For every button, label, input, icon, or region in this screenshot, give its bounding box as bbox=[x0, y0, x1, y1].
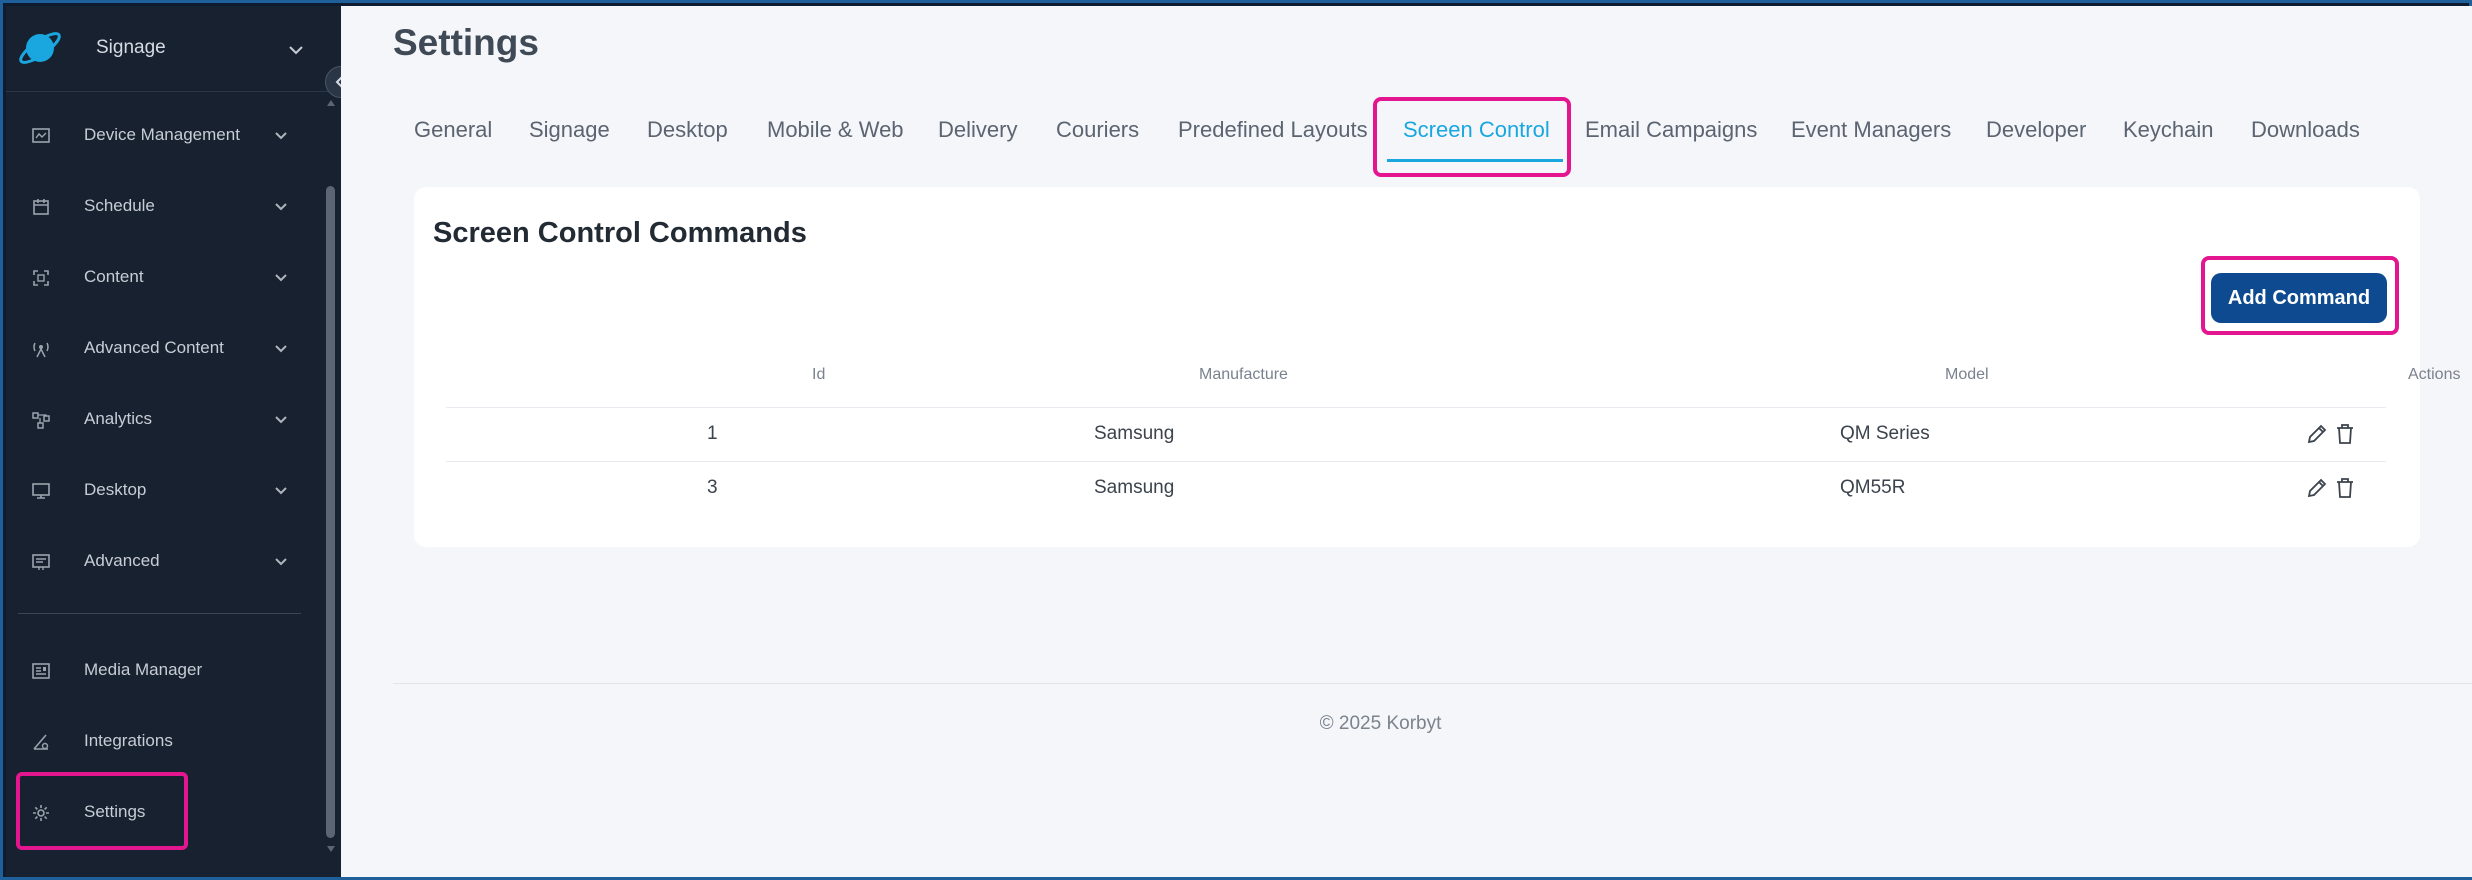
chevron-down-icon bbox=[272, 269, 290, 287]
analytics-icon bbox=[30, 409, 52, 431]
delete-trash-icon[interactable] bbox=[2333, 476, 2357, 500]
cell-manufacture: Samsung bbox=[1094, 423, 1175, 444]
table-row: 3 Samsung QM55R bbox=[446, 461, 2386, 515]
table-row: 1 Samsung QM Series bbox=[446, 407, 2386, 461]
sidebar-divider bbox=[18, 613, 301, 614]
media-manager-icon bbox=[30, 660, 52, 682]
footer-divider bbox=[393, 683, 2472, 684]
sidebar-item-label: Content bbox=[84, 267, 144, 286]
sidebar-item-device-management[interactable]: Device Management bbox=[6, 108, 326, 164]
sidebar-item-desktop[interactable]: Desktop bbox=[6, 463, 326, 519]
add-command-highlight-box bbox=[2201, 256, 2399, 335]
delete-trash-icon[interactable] bbox=[2333, 422, 2357, 446]
device-management-icon bbox=[30, 125, 52, 147]
footer-copyright: © 2025 Korbyt bbox=[1319, 713, 1442, 734]
main-content: Settings General Signage Desktop Mobile … bbox=[341, 6, 2472, 877]
sidebar-item-integrations[interactable]: Integrations bbox=[6, 714, 326, 770]
planet-logo-icon bbox=[16, 24, 64, 72]
scroll-up-arrow-icon[interactable] bbox=[326, 98, 336, 108]
chevron-down-icon bbox=[272, 482, 290, 500]
chevron-down-icon bbox=[272, 198, 290, 216]
chevron-down-icon bbox=[272, 127, 290, 145]
tab-keychain[interactable]: Keychain bbox=[2123, 117, 2214, 143]
sidebar-item-content[interactable]: Content bbox=[6, 250, 326, 306]
tab-downloads[interactable]: Downloads bbox=[2251, 117, 2360, 143]
app-window: Signage Device Management Schedule Conte… bbox=[0, 0, 2472, 880]
edit-pencil-icon[interactable] bbox=[2305, 422, 2329, 446]
tab-event-managers[interactable]: Event Managers bbox=[1791, 117, 1951, 143]
card-title: Screen Control Commands bbox=[433, 217, 807, 249]
sidebar-item-schedule[interactable]: Schedule bbox=[6, 179, 326, 235]
calendar-icon bbox=[30, 196, 52, 218]
monitor-icon bbox=[30, 480, 52, 502]
cell-model: QM Series bbox=[1840, 423, 1930, 444]
sidebar-item-label: Schedule bbox=[84, 196, 155, 215]
edit-pencil-icon[interactable] bbox=[2305, 476, 2329, 500]
chevron-down-icon bbox=[272, 340, 290, 358]
column-header-manufacture: Manufacture bbox=[1199, 366, 1288, 383]
sidebar-item-label: Analytics bbox=[84, 409, 153, 428]
chevron-down-icon bbox=[272, 553, 290, 571]
broadcast-icon bbox=[30, 338, 52, 360]
cell-manufacture: Samsung bbox=[1094, 477, 1175, 498]
column-header-id: Id bbox=[812, 366, 826, 383]
page-title: Settings bbox=[393, 22, 539, 63]
cell-id: 1 bbox=[707, 423, 718, 444]
tab-highlight-box bbox=[1373, 97, 1571, 177]
sidebar-item-label: Device Management bbox=[84, 125, 240, 144]
sidebar-item-media-manager[interactable]: Media Manager bbox=[6, 643, 326, 699]
scroll-down-arrow-icon[interactable] bbox=[326, 844, 336, 854]
column-header-model: Model bbox=[1945, 366, 1989, 383]
cell-id: 3 bbox=[707, 477, 718, 498]
tab-general[interactable]: General bbox=[414, 117, 492, 143]
sidebar-item-label: Integrations bbox=[84, 731, 173, 750]
chevron-down-icon bbox=[272, 411, 290, 429]
integrations-icon bbox=[30, 731, 52, 753]
advanced-icon bbox=[30, 551, 52, 573]
sidebar-item-advanced[interactable]: Advanced bbox=[6, 534, 326, 590]
sidebar-item-advanced-content[interactable]: Advanced Content bbox=[6, 321, 326, 377]
brand-name: Signage bbox=[96, 37, 166, 58]
column-header-actions: Actions bbox=[2408, 366, 2461, 383]
sidebar-scrollbar[interactable] bbox=[326, 186, 335, 838]
cell-model: QM55R bbox=[1840, 477, 1906, 498]
tab-predefined-layouts[interactable]: Predefined Layouts bbox=[1178, 117, 1368, 143]
tab-email-campaigns[interactable]: Email Campaigns bbox=[1585, 117, 1757, 143]
sidebar-item-label: Advanced bbox=[84, 551, 160, 570]
tab-mobile-web[interactable]: Mobile & Web bbox=[767, 117, 904, 143]
brand-switcher[interactable]: Signage bbox=[6, 6, 341, 92]
tab-desktop[interactable]: Desktop bbox=[647, 117, 728, 143]
sidebar-item-label: Desktop bbox=[84, 480, 147, 499]
sidebar-item-label: Advanced Content bbox=[84, 338, 224, 357]
sidebar: Signage Device Management Schedule Conte… bbox=[6, 6, 341, 877]
settings-highlight-box bbox=[16, 772, 188, 850]
sidebar-item-label: Media Manager bbox=[84, 660, 203, 679]
sidebar-item-analytics[interactable]: Analytics bbox=[6, 392, 326, 448]
tab-couriers[interactable]: Couriers bbox=[1056, 117, 1139, 143]
tab-delivery[interactable]: Delivery bbox=[938, 117, 1017, 143]
chevron-down-icon bbox=[286, 40, 306, 60]
content-icon bbox=[30, 267, 52, 289]
tab-developer[interactable]: Developer bbox=[1986, 117, 2086, 143]
tab-signage[interactable]: Signage bbox=[529, 117, 610, 143]
